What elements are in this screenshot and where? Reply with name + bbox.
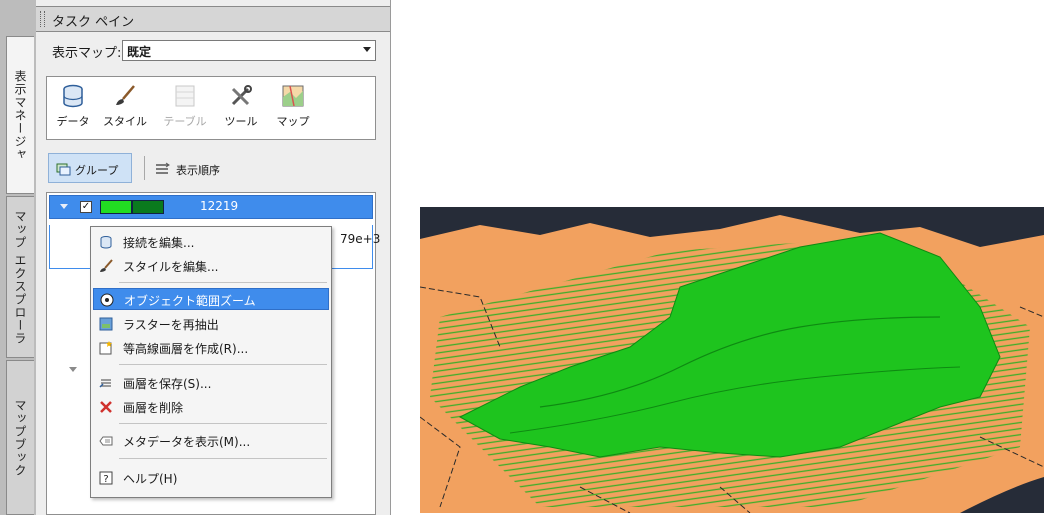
display-map-value: 既定 — [127, 45, 152, 59]
menu-item-label: 画層を削除 — [123, 401, 184, 415]
layer-visibility-checkbox[interactable]: ✓ — [80, 201, 92, 213]
help-icon: ? — [99, 471, 113, 485]
menu-item-edit-connection[interactable]: 接続を編集... — [93, 231, 329, 253]
menu-item-zoom-extents[interactable]: オブジェクト範囲ズーム — [93, 288, 329, 310]
menu-item-label: メタデータを表示(M)... — [123, 435, 251, 449]
delete-icon — [100, 401, 112, 413]
tab-display-manager[interactable]: 表示マネージャ — [6, 36, 34, 194]
task-pane-title: タスク ペイン — [52, 15, 135, 30]
save-layer-icon — [99, 379, 111, 388]
menu-item-show-metadata[interactable]: メタデータを表示(M)... — [93, 430, 329, 452]
display-map-select[interactable]: 既定 — [122, 40, 376, 61]
data-button[interactable]: データ — [53, 83, 93, 135]
task-pane-title-bar[interactable]: タスク ペイン — [36, 6, 390, 32]
layer-row-selected[interactable]: ✓ 12219 — [49, 195, 373, 219]
menu-item-edit-style[interactable]: スタイルを編集... — [93, 255, 329, 277]
map-button[interactable]: マップ — [271, 83, 315, 135]
menu-item-label: オブジェクト範囲ズーム — [124, 294, 256, 308]
task-pane: タスク ペイン 表示マップ: 既定 データ スタイル テーブル ツール マップ … — [36, 0, 391, 515]
menu-item-delete-layer[interactable]: 画層を削除 — [93, 396, 329, 418]
zoom-extents-icon — [100, 293, 114, 307]
layer-style-swatch — [100, 200, 132, 214]
collapse-arrow-icon[interactable] — [60, 204, 68, 209]
layer-name: 12219 — [200, 199, 239, 213]
svg-text:?: ? — [103, 474, 108, 485]
data-button-label: データ — [56, 115, 90, 128]
grip-handle-icon[interactable] — [40, 11, 45, 27]
map-3d-view[interactable] — [419, 207, 1045, 514]
table-button-label: テーブル — [163, 115, 207, 128]
layer-style-swatch — [132, 200, 164, 214]
draw-order-icon — [156, 162, 170, 174]
menu-item-label: 等高線画層を作成(R)... — [123, 342, 249, 356]
menu-item-label: ラスターを再抽出 — [123, 318, 219, 332]
map-icon — [280, 83, 306, 109]
expand-arrow-icon[interactable] — [69, 367, 77, 372]
menu-item-label: 画層を保存(S)... — [123, 377, 212, 391]
brush-icon — [112, 83, 138, 109]
menu-separator — [119, 458, 327, 459]
tab-map-book[interactable]: マップブック — [6, 360, 34, 515]
style-button-label: スタイル — [103, 115, 147, 128]
table-icon — [172, 83, 198, 109]
menu-item-create-contour[interactable]: 等高線画層を作成(R)... — [93, 337, 329, 359]
display-map-label: 表示マップ: — [52, 46, 122, 61]
menu-separator — [119, 282, 327, 283]
table-button[interactable]: テーブル — [159, 83, 211, 135]
side-tab-strip: 表示マネージャ マップ エクスプローラ マップブック — [0, 0, 36, 515]
style-button[interactable]: スタイル — [99, 83, 151, 135]
group-view-label: グループ — [75, 164, 119, 177]
tab-map-explorer[interactable]: マップ エクスプローラ — [6, 196, 34, 358]
layer-context-menu: 接続を編集... スタイルを編集... オブジェクト範囲ズーム ラスターを再抽出 — [90, 226, 332, 498]
group-view-button[interactable]: グループ — [48, 153, 132, 183]
terrain-surface-render — [419, 207, 1045, 514]
menu-item-help[interactable]: ? ヘルプ(H) — [93, 467, 329, 489]
database-small-icon — [100, 236, 112, 249]
brush-small-icon — [100, 259, 113, 272]
raster-icon — [99, 317, 113, 331]
draw-order-label: 表示順序 — [176, 164, 220, 177]
tools-button[interactable]: ツール — [219, 83, 263, 135]
database-icon — [60, 83, 86, 109]
menu-separator — [119, 423, 327, 424]
tools-icon — [228, 83, 254, 109]
layer-theme-value: 79e+3 — [340, 232, 381, 246]
menu-item-reextract-raster[interactable]: ラスターを再抽出 — [93, 313, 329, 335]
menu-item-save-layer[interactable]: 画層を保存(S)... — [93, 372, 329, 394]
toolbar-divider — [144, 156, 145, 180]
group-icon — [56, 163, 71, 176]
dropdown-arrow-icon[interactable] — [363, 47, 371, 52]
tools-button-label: ツール — [224, 115, 258, 128]
menu-item-label: ヘルプ(H) — [123, 472, 178, 486]
display-manager-toolbar: データ スタイル テーブル ツール マップ — [46, 76, 376, 140]
contour-icon — [99, 341, 112, 355]
menu-item-label: 接続を編集... — [123, 236, 195, 250]
menu-separator — [119, 364, 327, 365]
map-button-label: マップ — [276, 115, 310, 128]
metadata-icon — [99, 436, 113, 446]
menu-item-label: スタイルを編集... — [123, 260, 219, 274]
